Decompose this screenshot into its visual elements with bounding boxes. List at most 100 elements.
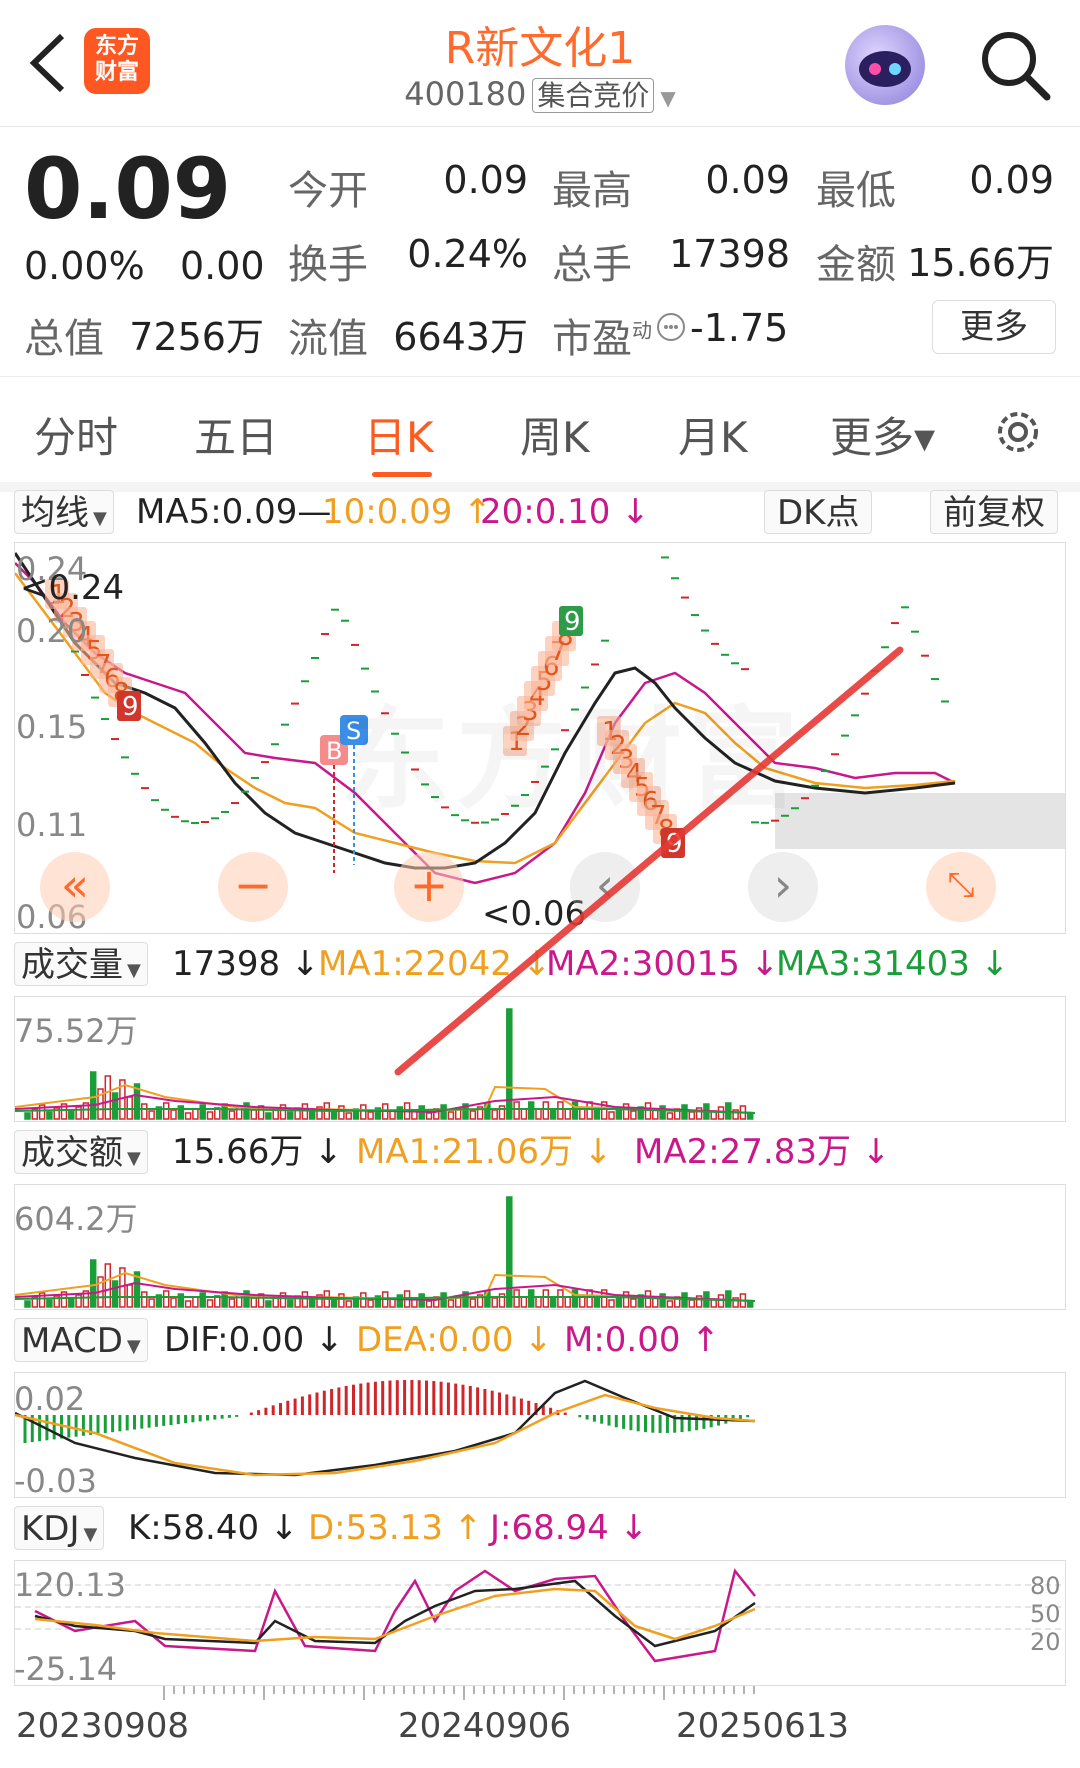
amount-ma3 (15, 1296, 756, 1302)
amount-bar (644, 1290, 652, 1308)
macd-m: M:0.00 ↑ (564, 1320, 720, 1360)
amount-bar (338, 1293, 345, 1308)
tab-weekly-k[interactable]: 周K (520, 404, 590, 465)
tab-intraday[interactable]: 分时 (34, 404, 118, 465)
amount-label: 金额 (816, 242, 896, 288)
tab-five-day[interactable]: 五日 (194, 404, 278, 465)
more-quote-button[interactable]: 更多 (932, 300, 1056, 354)
amount-chart[interactable] (14, 1184, 1066, 1310)
amount-bar (630, 1298, 637, 1308)
volume-bar (564, 1108, 571, 1120)
active-tab-indicator (372, 472, 432, 477)
macd-chart[interactable] (14, 1372, 1066, 1498)
turnover-label: 换手 (288, 242, 368, 288)
volume-bar (46, 1111, 53, 1120)
volume-bar (199, 1104, 206, 1120)
macd-selector[interactable]: MACD ▼ (14, 1318, 148, 1362)
tab-daily-k[interactable]: 日K (364, 404, 434, 465)
volume-label: 总手 (552, 242, 632, 288)
volume-selector[interactable]: 成交量 ▼ (14, 942, 148, 986)
zoom-in-button[interactable]: + (394, 852, 464, 922)
volume-ma2: MA2:30015 ↓ (546, 944, 780, 984)
forward-adjust-button[interactable]: 前复权 (930, 490, 1058, 534)
open-value: 0.09 (443, 158, 528, 202)
volume-bar (265, 1112, 272, 1120)
amount-bar (367, 1299, 374, 1308)
dk-points-button[interactable]: DK点 (764, 490, 873, 534)
volume-bar (425, 1112, 433, 1120)
volume-bar (542, 1101, 550, 1120)
amount-bar (68, 1298, 75, 1308)
macd-y-max: 0.02 (14, 1380, 86, 1418)
amount-bar (447, 1299, 455, 1308)
volume-bar (491, 1109, 498, 1120)
fullscreen-expand-icon[interactable]: ⤡ (926, 852, 996, 922)
volume-bar (644, 1102, 652, 1120)
y-tick-3: 0.11 (16, 806, 88, 844)
amount-y-max: 604.2万 (14, 1200, 138, 1238)
amount-bar (162, 1290, 170, 1308)
scroll-left-button[interactable]: « (40, 852, 110, 922)
volume-bar (630, 1110, 637, 1120)
amount-bar (425, 1300, 433, 1308)
amount-bar (148, 1298, 155, 1308)
kdj-chart[interactable] (14, 1560, 1066, 1686)
kdj-selector[interactable]: KDJ ▼ (14, 1506, 105, 1550)
volume-chart[interactable] (14, 996, 1066, 1122)
open-label: 今开 (288, 168, 368, 214)
volume-bar (68, 1110, 75, 1120)
volume-bar (89, 1071, 97, 1120)
high-label: 最高 (552, 168, 632, 214)
date-axis-ticks (163, 1686, 755, 1700)
amount-bar (491, 1297, 498, 1308)
search-icon[interactable] (975, 25, 1055, 105)
change-pct: 0.00% (24, 244, 145, 288)
dropdown-icon: ▼ (660, 86, 676, 110)
macd-y-min: -0.03 (14, 1462, 97, 1500)
volume-bar (498, 1105, 506, 1120)
amount-bar (141, 1291, 148, 1308)
amount-selector[interactable]: 成交额 ▼ (14, 1130, 148, 1174)
volume-bar (608, 1111, 615, 1120)
amount-bar (579, 1296, 586, 1308)
low-value: 0.09 (969, 158, 1054, 202)
volume-bar (177, 1105, 185, 1120)
ma5-label: MA5:0.09— (136, 492, 332, 532)
amount-bar (527, 1289, 535, 1308)
stock-code: 400180 (404, 75, 527, 113)
amount-bar (192, 1296, 199, 1308)
amount-bar (126, 1284, 133, 1308)
amount-bar (498, 1293, 506, 1308)
range-highlight (775, 793, 1065, 849)
amount-bar (535, 1296, 542, 1308)
zoom-out-button[interactable]: − (218, 852, 288, 922)
volume-bar (111, 1092, 119, 1120)
ma-selector[interactable]: 均线 ▼ (14, 490, 114, 534)
volume-bar (527, 1101, 535, 1120)
volume-bar (622, 1103, 630, 1120)
auction-badge: 集合竞价 (532, 78, 655, 113)
min-price-label: <0.06 (482, 894, 587, 934)
amount-bar (586, 1289, 593, 1308)
kdj-y-min: -25.14 (14, 1650, 118, 1688)
volume-bar (338, 1105, 345, 1120)
amount-bar (46, 1299, 53, 1308)
prev-button[interactable]: ‹ (570, 852, 640, 922)
pe-value: -1.75 (690, 306, 789, 350)
gear-icon[interactable] (990, 404, 1046, 460)
macd-svg (15, 1379, 756, 1477)
volume-bar (250, 1109, 258, 1120)
tab-monthly-k[interactable]: 月K (678, 404, 748, 465)
amount-bar (111, 1280, 119, 1308)
info-smile-icon[interactable] (656, 312, 686, 342)
volume-bar (586, 1101, 593, 1120)
macd-dif: DIF:0.00 ↓ (164, 1320, 344, 1360)
assistant-robot-icon[interactable] (845, 25, 925, 105)
ma10-label: 10:0.09 ↑ (322, 492, 492, 532)
tab-more[interactable]: 更多▾ (830, 404, 935, 465)
next-button[interactable]: › (748, 852, 818, 922)
volume-bar (104, 1075, 112, 1120)
amount-bar (542, 1289, 550, 1308)
amount-bar (345, 1300, 352, 1308)
volume-bar (170, 1109, 177, 1120)
